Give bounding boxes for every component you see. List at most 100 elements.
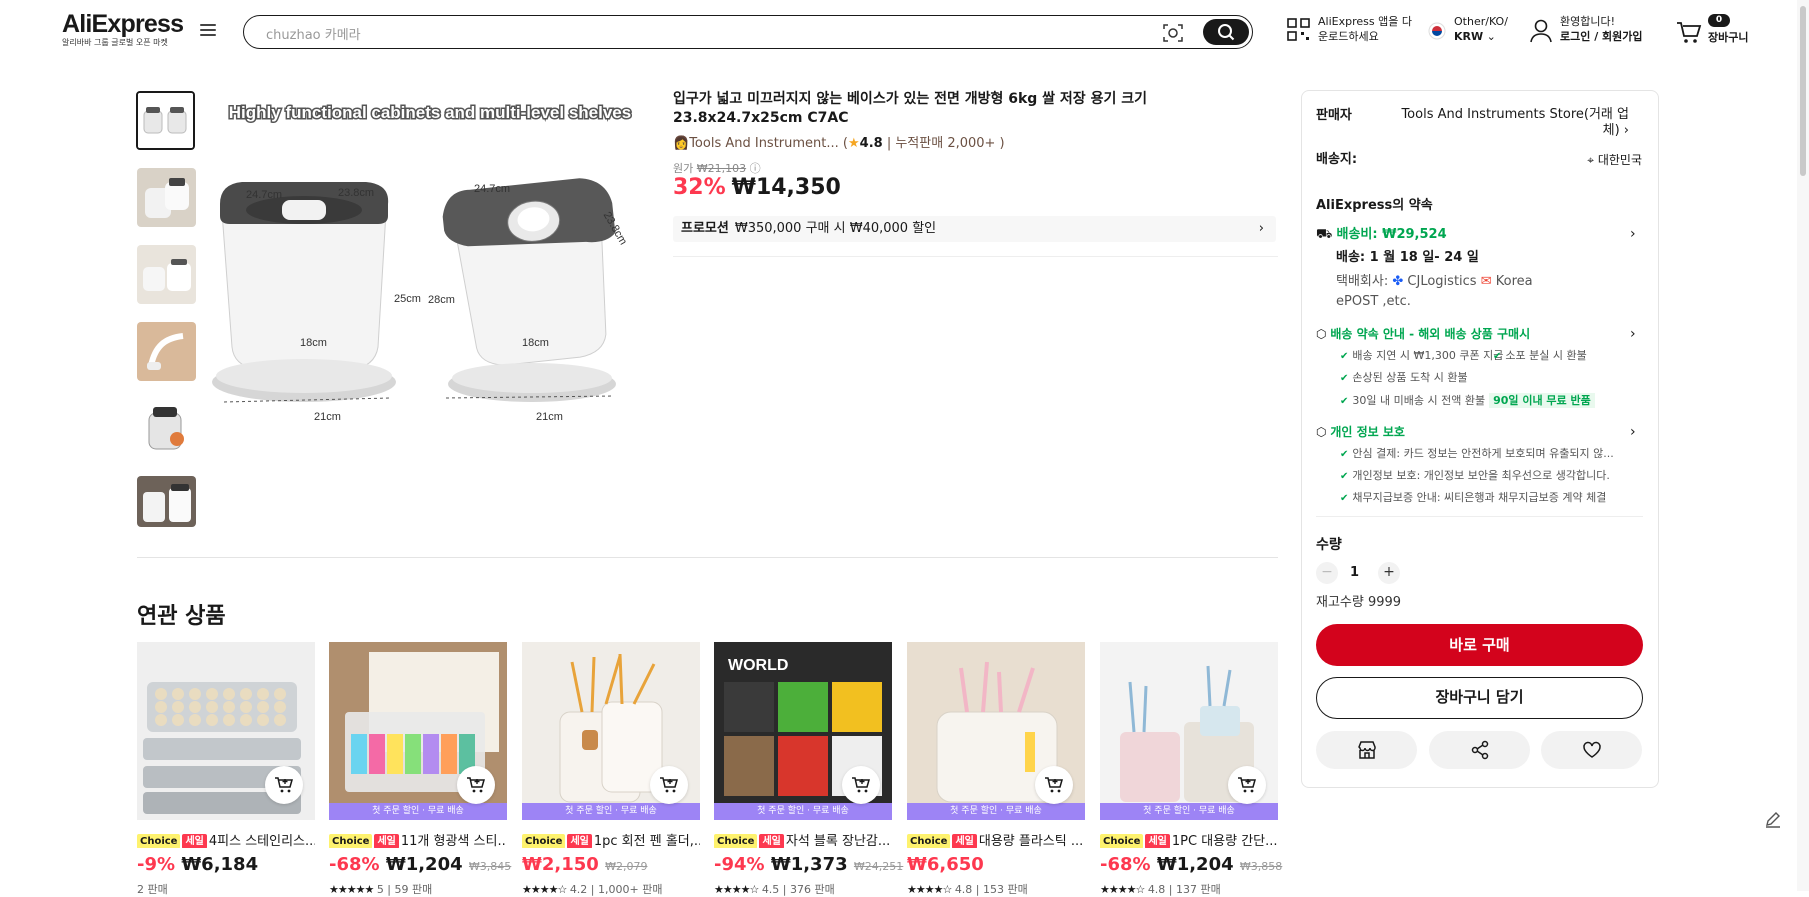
share-button[interactable] [1429,731,1530,769]
store-line[interactable]: 👩Tools And Instrument... (★4.8 | 누적판매 2,… [673,132,1005,151]
shipping-fee-row[interactable]: ⛟ 배송비: ₩29,524 [1316,227,1447,243]
region-selector[interactable]: Other/KO/ KRW ⌄ [1428,14,1508,44]
thumbnail-1[interactable] [136,91,195,150]
thumbnail-2[interactable] [137,168,196,227]
product-thumbnail[interactable]: 첫 주문 할인 · 무료 배송 [907,642,1085,820]
promo-strip: 첫 주문 할인 · 무료 배송 [714,803,892,820]
related-product-price: ₩2,150 ₩2,079 [522,854,700,875]
cj-logo-icon: ✤ [1392,274,1404,289]
thumbnail-3[interactable] [137,245,196,304]
search-input[interactable]: chuzhao 카메라 [266,24,361,43]
related-product-title: 대용량 플라스틱 ... [978,834,1084,848]
related-discount: -68% [329,854,380,875]
edit-pen-icon[interactable] [1762,808,1784,830]
thumbnail-4[interactable] [137,322,196,381]
account-menu[interactable]: 환영합니다! 로그인 / 회원가입 [1530,14,1643,44]
related-product-price: -68% ₩1,204 ₩3,845 [329,854,511,875]
thumbnail-6[interactable] [137,476,196,527]
chevron-right-icon[interactable]: › [1630,424,1636,440]
product-thumbnail[interactable] [137,642,315,820]
cart-icon [1677,22,1702,43]
related-product-title-row[interactable]: Choice 세일 11개 형광색 스티... [329,830,507,848]
search-button[interactable] [1203,19,1249,45]
quantity-value[interactable]: 1 [1350,565,1359,581]
product-thumbnail[interactable]: 첫 주문 할인 · 무료 배송 [329,642,507,820]
add-to-cart-icon-button[interactable] [650,766,688,804]
image-search-icon[interactable] [1162,22,1184,44]
privacy-text: 채무지급보증 안내: 씨티은행과 채무지급보증 계약 체결 [1352,491,1607,504]
add-to-cart-icon-button[interactable] [1228,766,1266,804]
related-product-card[interactable]: 첫 주문 할인 · 무료 배송 Choice 세일 1PC 대용량 간단... -68%… [1100,642,1282,897]
privacy-title: 개인 정보 보호 [1330,425,1405,439]
privacy-row[interactable]: ⬡ 개인 정보 보호 [1316,424,1405,440]
guarantee-row[interactable]: ⬡ 배송 약속 안내 - 해외 배송 상품 구매시 [1316,326,1530,342]
choice-chip: Choice [522,834,566,848]
chevron-right-icon[interactable]: › [1630,326,1636,342]
seller-link[interactable]: Tools And Instruments Store(거래 업체) › [1399,107,1629,139]
related-product-title-row[interactable]: Choice 세일 1PC 대용량 간단... [1100,830,1278,848]
chevron-right-icon[interactable]: › [1630,226,1636,242]
shipping-fee: 배송비: ₩29,524 [1336,227,1447,242]
related-product-title-row[interactable]: Choice 세일 4피스 스테인리스... [137,830,315,848]
related-product-card[interactable]: 첫 주문 할인 · 무료 배송 Choice 세일 대용량 플라스틱 ... ₩6,6… [907,642,1085,897]
related-product-card[interactable]: Choice 세일 4피스 스테인리스... -9% ₩6,184 2 판매 [137,642,315,897]
ship-to-selector[interactable]: ⌖ 대한민국 [1560,152,1642,168]
related-product-title-row[interactable]: Choice 세일 자석 블록 장난감... [714,830,892,848]
quantity-decrease-button[interactable]: − [1316,562,1338,584]
guarantee-item: ✔ 30일 내 미배송 시 전액 환불 90일 이내 무료 반품 [1340,393,1595,410]
korea-flag-icon [1428,22,1446,40]
quantity-increase-button[interactable]: + [1378,562,1400,584]
related-product-card[interactable]: 첫 주문 할인 · 무료 배송 Choice 세일 1pc 회전 펜 홀더,... ₩… [522,642,700,897]
cart-plus-icon [1238,777,1256,793]
original-price: 원가 ₩21,103 ⓘ [673,160,761,176]
cart-button[interactable]: 0 장바구니 [1676,14,1748,45]
wishlist-button[interactable] [1541,731,1642,769]
truck-icon: ⛟ [1316,227,1333,242]
price-value: ₩14,350 [731,175,841,200]
guarantee-title: 배송 약속 안내 - 해외 배송 상품 구매시 [1330,327,1531,341]
related-product-card[interactable]: 첫 주문 할인 · 무료 배송 Choice 세일 11개 형광색 스티... -68%… [329,642,511,897]
add-to-cart-icon-button[interactable] [457,766,495,804]
add-to-cart-button[interactable]: 장바구니 담기 [1316,677,1643,719]
thumbnail-5[interactable] [137,399,196,458]
related-product-title-row[interactable]: Choice 세일 1pc 회전 펜 홀더,... [522,830,700,848]
add-to-cart-icon-button[interactable] [265,766,303,804]
related-discount: -94% [714,854,765,875]
scrollbar-thumb[interactable] [1800,6,1806,176]
privacy-text: 안심 결제: 카드 정보는 안전하게 보호되며 유출되지 않... [1352,447,1614,460]
cart-count-badge: 0 [1708,14,1730,27]
related-price-value: ₩1,373 [770,854,848,875]
guarantee-text: 소포 분실 시 환불 [1505,349,1587,362]
delivery-date: 배송: 1 월 18 일- 24 일 [1336,250,1479,265]
main-product-image[interactable]: Highly functional cabinets and multi-lev… [210,92,650,527]
dim-label: 24.7cm [246,189,282,201]
login-signup-link[interactable]: 로그인 / 회원가입 [1560,29,1643,44]
page-scrollbar[interactable] [1797,0,1809,891]
info-icon[interactable]: ⓘ [750,162,761,175]
store-name-link[interactable]: Tools And Instrument... ( [689,136,848,151]
search-bar[interactable]: chuzhao 카메라 [243,15,1253,49]
promotion-bar[interactable]: 프로모션 ₩350,000 구매 시 ₩40,000 할인 › [673,216,1276,242]
dim-label: 18cm [522,337,549,349]
guarantee-item: ✔ 배송 지연 시 ₩1,300 쿠폰 지급 [1340,349,1504,362]
store-button[interactable] [1316,731,1417,769]
buy-now-button[interactable]: 바로 구매 [1316,624,1643,666]
menu-icon[interactable] [200,24,216,40]
product-thumbnail[interactable]: 첫 주문 할인 · 무료 배송 [1100,642,1278,820]
cart-plus-icon [660,777,678,793]
related-discount: -68% [1100,854,1151,875]
app-download[interactable]: AliExpress 앱을 다 운로드하세요 [1287,14,1412,44]
top-header: AliExpress 알리바바 그룹 글로벌 오픈 마켓 chuzhao 카메라… [0,0,1809,64]
choice-chip: Choice [714,834,758,848]
aliexpress-logo[interactable]: AliExpress 알리바바 그룹 글로벌 오픈 마켓 [62,10,184,48]
product-thumbnail[interactable]: 첫 주문 할인 · 무료 배송 [522,642,700,820]
related-product-meta: ★★★★☆ 4.8 | 153 판매 [907,881,1085,897]
rating-sold: 4.8 | 153 판매 [954,883,1028,896]
add-to-cart-icon-button[interactable] [1035,766,1073,804]
related-price-value: ₩2,150 [522,854,599,875]
product-thumbnail[interactable]: WORLD 첫 주문 할인 · 무료 배송 [714,642,892,820]
add-to-cart-icon-button[interactable] [842,766,880,804]
related-product-title-row[interactable]: Choice 세일 대용량 플라스틱 ... [907,830,1085,848]
dim-label: 23.8cm [338,187,374,199]
related-product-card[interactable]: WORLD 첫 주문 할인 · 무료 배송 Choice 세일 자석 블록 장난감...… [714,642,903,897]
